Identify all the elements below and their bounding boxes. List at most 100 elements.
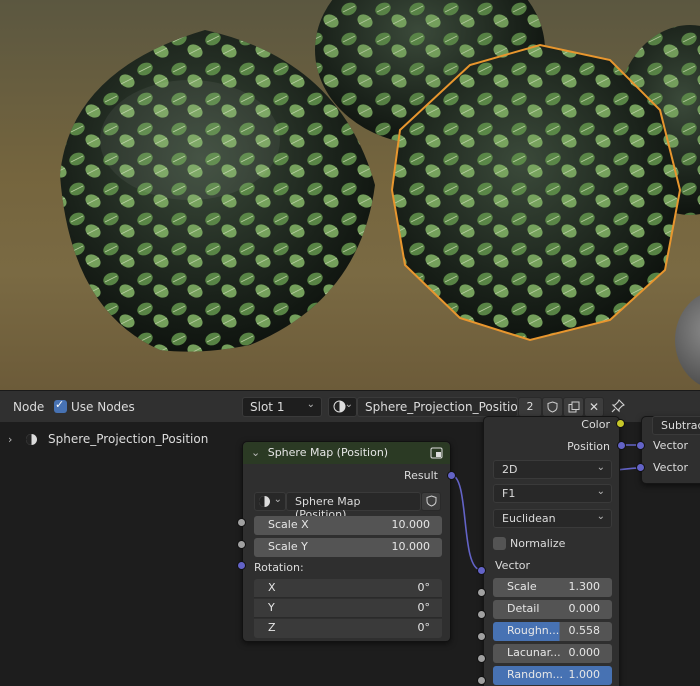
node-menu[interactable]: Node xyxy=(13,400,44,414)
pin-icon xyxy=(611,399,625,413)
dimensions-value: 2D xyxy=(502,463,518,476)
vector-input-label: Vector xyxy=(495,559,531,572)
3d-viewport[interactable] xyxy=(0,0,700,390)
math-operation-value: Subtrac xyxy=(661,419,700,432)
rotation-z-field[interactable]: Z 0° xyxy=(254,619,442,638)
slot-dropdown-label: Slot 1 xyxy=(250,400,285,414)
detail-field[interactable]: Detail 0.000 xyxy=(493,600,612,619)
lacunarity-field[interactable]: Lacunar... 0.000 xyxy=(493,644,612,663)
scale-x-field[interactable]: Scale X 10.000 xyxy=(254,516,442,535)
math-input1-socket[interactable] xyxy=(636,441,645,450)
result-output-socket[interactable] xyxy=(447,471,456,480)
node-group-browse[interactable]: ⌄ xyxy=(254,492,286,511)
rotation-y-label: Y xyxy=(268,601,275,614)
slot-dropdown[interactable]: Slot 1 ⌄ xyxy=(242,397,322,417)
voronoi-texture-node[interactable]: Color Position 2D ⌄ F1 ⌄ Euclidean ⌄ Nor… xyxy=(483,416,620,686)
fake-user-button[interactable] xyxy=(542,397,563,417)
scale-y-field[interactable]: Scale Y 10.000 xyxy=(254,538,442,557)
node-editor-canvas[interactable]: › Sphere_Projection_Position ⌄ Sphere Ma… xyxy=(0,416,700,686)
scale-y-value: 10.000 xyxy=(391,540,431,553)
randomness-field[interactable]: Random... 1.000 xyxy=(493,666,612,685)
rotation-y-value: 0° xyxy=(417,601,431,614)
feature-value: F1 xyxy=(502,487,516,500)
viewport-render xyxy=(60,0,700,385)
use-nodes-label[interactable]: Use Nodes xyxy=(71,400,135,414)
scale-field[interactable]: Scale 1.300 xyxy=(493,578,612,597)
sphere-map-node-title: Sphere Map (Position) xyxy=(267,446,389,459)
dimensions-dropdown[interactable]: 2D ⌄ xyxy=(493,460,612,479)
rotation-z-value: 0° xyxy=(417,621,431,634)
node-group-icon[interactable] xyxy=(430,447,443,459)
scale-input-socket[interactable] xyxy=(477,588,486,597)
lacunarity-label: Lacunar... xyxy=(507,646,561,659)
math-operation-dropdown[interactable]: Subtrac xyxy=(652,416,700,435)
color-output-label: Color xyxy=(581,418,610,431)
roughness-field[interactable]: Roughn... 0.558 xyxy=(493,622,612,641)
duplicate-material-button[interactable] xyxy=(563,397,584,417)
material-browse-button[interactable]: ⌄ xyxy=(328,397,357,417)
node-group-fake-user-button[interactable] xyxy=(421,492,441,511)
unlink-material-button[interactable]: ✕ xyxy=(584,397,604,417)
rotation-x-field[interactable]: X 0° xyxy=(254,579,442,598)
rotation-z-label: Z xyxy=(268,621,276,634)
use-nodes-checkbox[interactable] xyxy=(54,398,67,413)
roughness-label: Roughn... xyxy=(507,624,560,637)
math-input1-label: Vector xyxy=(653,439,689,452)
scale-x-input-socket[interactable] xyxy=(237,518,246,527)
randomness-value: 1.000 xyxy=(568,668,601,681)
chevron-down-icon: ⌄ xyxy=(596,462,605,473)
collapse-chevron-icon[interactable]: ⌄ xyxy=(251,446,260,459)
roughness-value: 0.558 xyxy=(568,624,601,637)
chevron-down-icon: ⌄ xyxy=(596,486,605,497)
user-count-button[interactable]: 2 xyxy=(518,397,542,417)
close-icon: ✕ xyxy=(588,400,600,414)
rotation-input-socket[interactable] xyxy=(237,561,246,570)
node-tree-icon xyxy=(259,496,270,507)
chevron-down-icon: ⌄ xyxy=(344,399,353,410)
scale-y-input-socket[interactable] xyxy=(237,540,246,549)
duplicate-icon xyxy=(568,401,579,413)
lacunarity-input-socket[interactable] xyxy=(477,654,486,663)
math-input2-label: Vector xyxy=(653,461,689,474)
position-output-label: Position xyxy=(567,440,610,453)
math-input2-socket[interactable] xyxy=(636,463,645,472)
distance-dropdown[interactable]: Euclidean ⌄ xyxy=(493,509,612,528)
result-output-label: Result xyxy=(404,469,438,482)
rotation-x-label: X xyxy=(268,581,276,594)
detail-label: Detail xyxy=(507,602,540,615)
normalize-label: Normalize xyxy=(510,537,566,550)
normalize-checkbox[interactable] xyxy=(493,537,506,550)
distance-value: Euclidean xyxy=(502,512,556,525)
scale-value: 1.300 xyxy=(568,580,601,593)
rotation-y-field[interactable]: Y 0° xyxy=(254,599,442,618)
lacunarity-value: 0.000 xyxy=(568,646,601,659)
rotation-x-value: 0° xyxy=(417,581,431,594)
pin-button[interactable] xyxy=(610,398,628,416)
shield-icon xyxy=(547,401,558,413)
detail-input-socket[interactable] xyxy=(477,610,486,619)
vector-math-node[interactable]: Subtrac Vector Vector xyxy=(641,416,700,484)
sphere-map-node[interactable]: ⌄ Sphere Map (Position) Result ⌄ Sphere … xyxy=(242,441,451,642)
shield-icon xyxy=(426,495,436,507)
chevron-down-icon: ⌄ xyxy=(596,511,605,522)
sphere-gray xyxy=(675,295,700,385)
node-group-name-field[interactable]: Sphere Map (Position) xyxy=(286,492,421,521)
chevron-down-icon: ⌄ xyxy=(273,494,282,505)
sphere-map-node-header[interactable]: ⌄ Sphere Map (Position) xyxy=(243,442,450,464)
feature-dropdown[interactable]: F1 ⌄ xyxy=(493,484,612,503)
rotation-label: Rotation: xyxy=(254,561,304,574)
scale-y-label: Scale Y xyxy=(268,540,308,553)
material-name-field[interactable]: Sphere_Projection_Position xyxy=(357,397,525,417)
chevron-down-icon: ⌄ xyxy=(306,399,315,410)
material-name: Sphere_Projection_Position xyxy=(365,400,526,414)
scale-label: Scale xyxy=(507,580,537,593)
position-output-socket[interactable] xyxy=(617,441,626,450)
scale-x-label: Scale X xyxy=(268,518,309,531)
color-output-socket[interactable] xyxy=(616,419,625,428)
randomness-label: Random... xyxy=(507,668,564,681)
scale-x-value: 10.000 xyxy=(391,518,431,531)
roughness-input-socket[interactable] xyxy=(477,632,486,641)
vector-input-socket[interactable] xyxy=(477,566,486,575)
detail-value: 0.000 xyxy=(568,602,601,615)
randomness-input-socket[interactable] xyxy=(477,676,486,685)
